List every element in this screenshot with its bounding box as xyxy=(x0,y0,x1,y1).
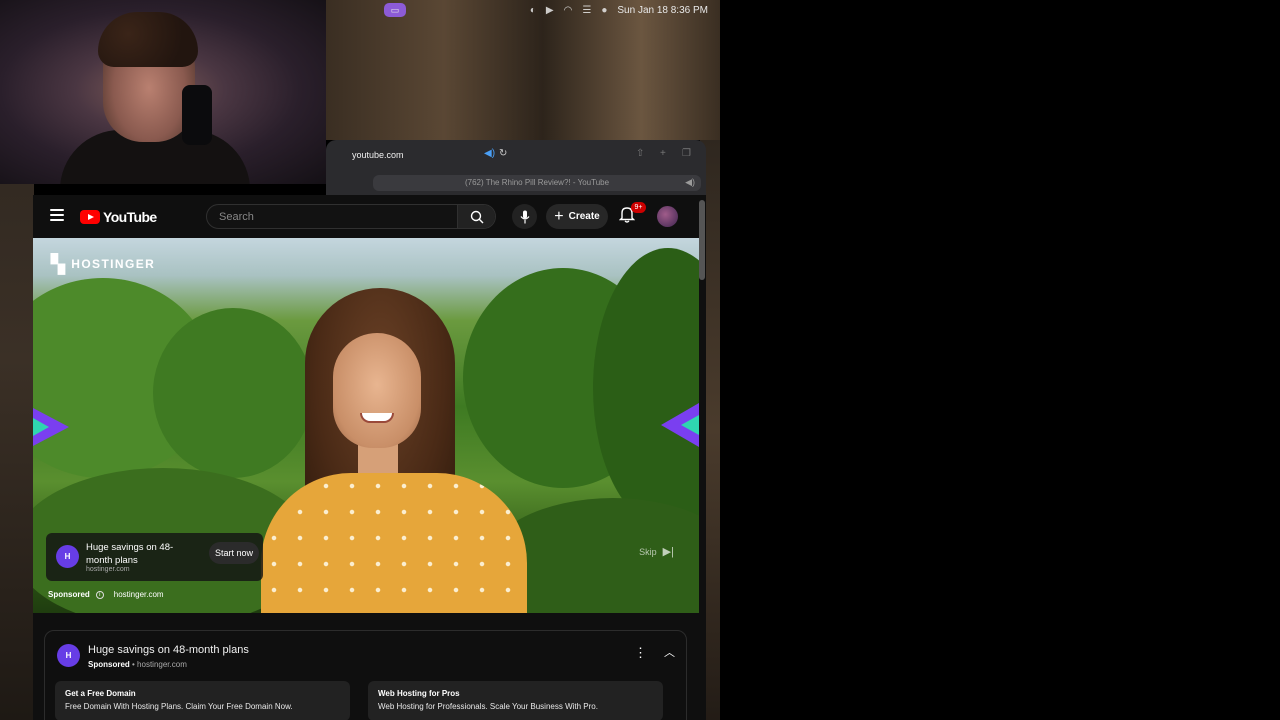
sitelink-title: Web Hosting for Pros xyxy=(378,689,460,698)
ad-overlay-card[interactable]: H Huge savings on 48-month plans hosting… xyxy=(46,533,263,581)
menu-icon[interactable] xyxy=(50,209,64,221)
create-label: Create xyxy=(568,211,600,222)
tab-title: (762) The Rhino Pill Review?! - YouTube xyxy=(464,178,610,187)
companion-sponsored-label: Sponsored xyxy=(88,660,130,669)
hostinger-logo: ▚ HOSTINGER xyxy=(51,255,155,273)
safari-toolbar: youtube.com ◀) ↻ ⇧ + ❐ (762) The Rhino P… xyxy=(326,140,706,195)
companion-title[interactable]: Huge savings on 48-month plans xyxy=(88,644,249,656)
sitelink-description: Free Domain With Hosting Plans. Claim Yo… xyxy=(65,702,293,711)
search-button[interactable] xyxy=(457,205,495,228)
chevron-up-icon[interactable]: ︿ xyxy=(664,644,675,660)
tabs-overview-icon[interactable]: ❐ xyxy=(682,148,691,159)
reload-icon[interactable]: ↻ xyxy=(499,148,507,159)
skip-label: Skip xyxy=(639,546,657,557)
address-bar[interactable]: youtube.com xyxy=(352,150,404,160)
sitelink-title: Get a Free Domain xyxy=(65,689,136,698)
ad-cta-button[interactable]: Start now xyxy=(209,542,259,564)
tab-active[interactable]: (762) The Rhino Pill Review?! - YouTube … xyxy=(373,175,701,191)
more-vert-icon[interactable]: ⋮ xyxy=(634,645,647,661)
create-button[interactable]: + Create xyxy=(546,204,608,229)
background-trees xyxy=(153,308,313,478)
plus-icon: + xyxy=(554,207,564,225)
companion-advertiser-avatar[interactable]: H xyxy=(57,644,80,667)
share-icon[interactable]: ⇧ xyxy=(636,148,644,159)
ad-woman-face xyxy=(333,333,421,448)
audio-playing-icon[interactable]: ◀) xyxy=(484,148,495,159)
new-tab-icon[interactable]: + xyxy=(660,148,666,159)
youtube-play-icon xyxy=(80,210,100,224)
sitelink-description: Web Hosting for Professionals. Scale You… xyxy=(378,702,598,711)
play-icon[interactable]: ▶ xyxy=(546,5,554,16)
brand-arrow-left-inner xyxy=(33,418,49,436)
wifi-icon[interactable]: ◠ xyxy=(564,5,573,16)
companion-ad-panel: H Huge savings on 48-month plans Sponsor… xyxy=(44,630,687,720)
empty-area xyxy=(720,0,1280,720)
companion-domain[interactable]: hostinger.com xyxy=(137,660,187,669)
ad-title[interactable]: Huge savings on 48-month plans xyxy=(86,541,191,567)
youtube-page: YouTube + Create 9+ xyxy=(33,195,706,720)
battery-icon[interactable]: ◐ xyxy=(530,5,536,16)
tab-audio-icon[interactable]: ◀) xyxy=(685,177,695,188)
control-center-icon[interactable]: ☰ xyxy=(582,5,591,16)
brand-arrow-right-inner xyxy=(681,415,699,435)
skip-icon: ▶| xyxy=(662,546,674,558)
screen-record-icon[interactable]: ▭ xyxy=(384,3,406,17)
webcam-overlay xyxy=(0,0,326,184)
siri-icon[interactable]: ● xyxy=(601,5,607,16)
mac-menubar: ▭ ◐ ▶ ◠ ☰ ● Sun Jan 18 8:36 PM xyxy=(326,0,720,20)
sitelink-card[interactable]: Web Hosting for Pros Web Hosting for Pro… xyxy=(368,681,663,720)
ad-woman-smile xyxy=(360,413,394,423)
menubar-clock[interactable]: Sun Jan 18 8:36 PM xyxy=(617,5,708,16)
info-icon[interactable]: i xyxy=(95,590,104,599)
page-scrollbar[interactable] xyxy=(699,200,705,280)
webcam-microphone xyxy=(182,85,212,145)
video-player[interactable]: ▚ HOSTINGER H Huge savings on 48-month p… xyxy=(33,238,699,613)
account-avatar[interactable] xyxy=(657,206,678,227)
ad-woman-shirt xyxy=(261,473,527,613)
sponsored-line: Sponsored i hostinger.com xyxy=(48,590,164,599)
companion-subtitle: Sponsored • hostinger.com xyxy=(88,660,187,669)
sponsored-domain[interactable]: hostinger.com xyxy=(114,590,164,599)
webcam-person-hair xyxy=(98,12,198,67)
sitelink-card[interactable]: Get a Free Domain Free Domain With Hosti… xyxy=(55,681,350,720)
search-input[interactable] xyxy=(207,205,459,228)
hostinger-mark-icon: ▚ xyxy=(51,254,67,274)
desktop-wallpaper-top xyxy=(326,0,720,140)
search-box xyxy=(206,204,496,229)
hostinger-wordmark: HOSTINGER xyxy=(71,257,156,271)
ad-domain: hostinger.com xyxy=(86,566,130,573)
advertiser-avatar[interactable]: H xyxy=(56,545,79,568)
youtube-header: YouTube + Create 9+ xyxy=(33,195,706,280)
notification-badge: 9+ xyxy=(631,202,646,213)
search-icon xyxy=(470,210,483,223)
voice-search-button[interactable] xyxy=(512,204,537,229)
sponsored-label: Sponsored xyxy=(48,590,90,599)
skip-ad-button[interactable]: Skip ▶| xyxy=(639,545,674,558)
youtube-logo-text: YouTube xyxy=(103,209,157,225)
youtube-logo[interactable]: YouTube xyxy=(80,209,157,225)
microphone-icon xyxy=(520,210,529,223)
